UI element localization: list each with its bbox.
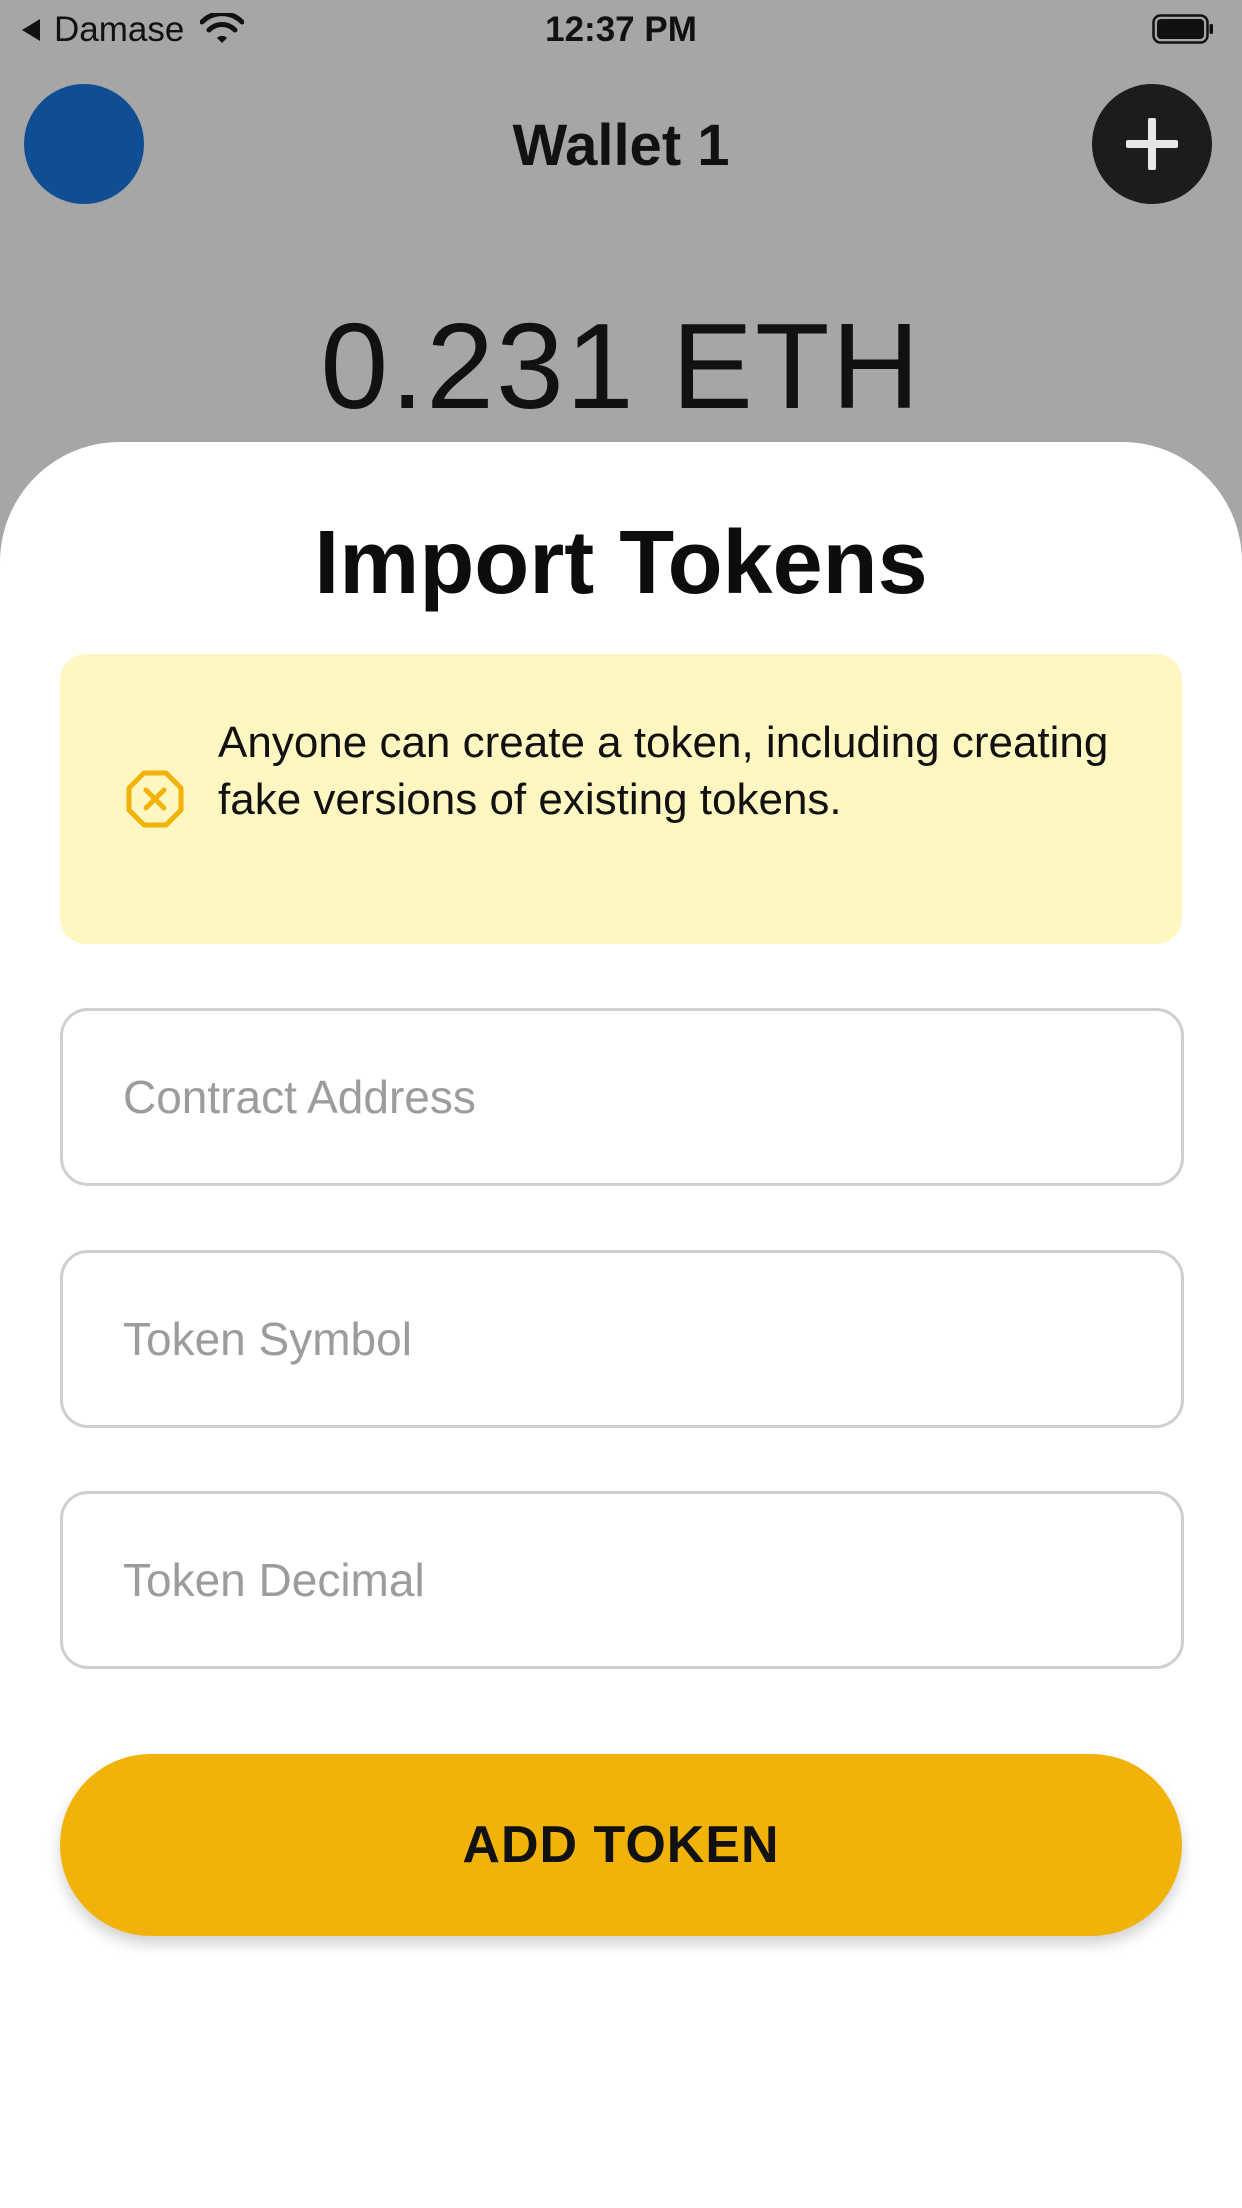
token-decimal-field[interactable] — [60, 1491, 1184, 1669]
contract-address-input[interactable] — [121, 1069, 1181, 1125]
battery-icon — [1152, 14, 1213, 44]
warning-text: Anyone can create a token, including cre… — [218, 718, 1109, 824]
add-button[interactable] — [1092, 84, 1212, 204]
contract-address-field[interactable] — [60, 1008, 1184, 1186]
screen: Damase 12:37 PM Wallet 1 0.231 ETH Impor… — [0, 0, 1242, 2208]
status-bar: Damase 12:37 PM — [0, 0, 1242, 62]
sheet-title: Import Tokens — [314, 513, 928, 613]
balance-amount: 0.231 ETH — [320, 298, 922, 434]
status-time: 12:37 PM — [545, 10, 697, 49]
token-symbol-field[interactable] — [60, 1250, 1184, 1428]
token-symbol-input[interactable] — [121, 1311, 1181, 1367]
warning-banner: Anyone can create a token, including cre… — [60, 654, 1182, 944]
import-tokens-sheet: Import Tokens Anyone can create a token,… — [0, 442, 1242, 2208]
plus-icon — [1126, 118, 1178, 170]
add-token-button[interactable]: ADD TOKEN — [60, 1754, 1182, 1936]
token-decimal-input[interactable] — [121, 1552, 1181, 1608]
warning-octagon-x-icon — [126, 770, 184, 828]
wallet-title[interactable]: Wallet 1 — [0, 112, 1242, 179]
